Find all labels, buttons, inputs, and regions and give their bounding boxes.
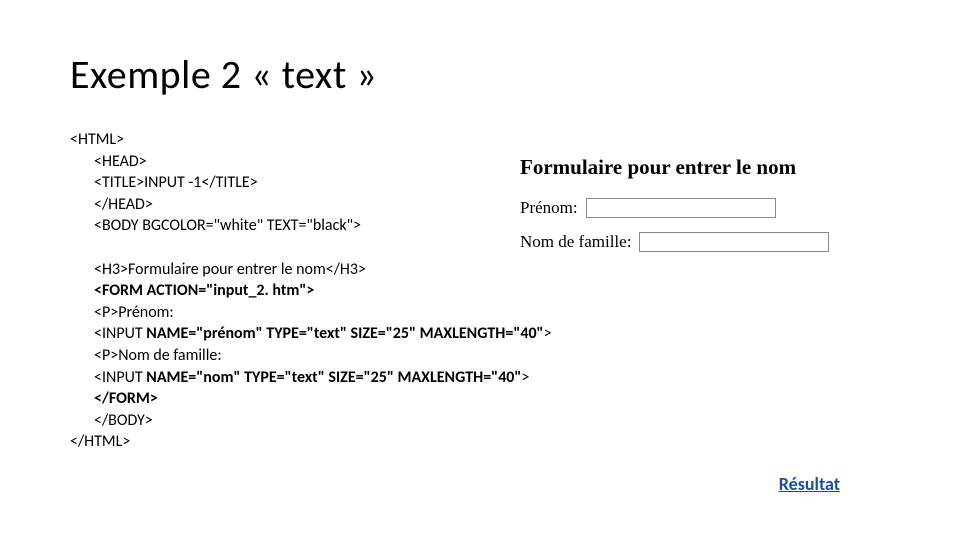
code-line: <HTML> [70,129,552,151]
code-line: <TITLE>INPUT -1</TITLE> [70,172,552,194]
code-line: <INPUT NAME="prénom" TYPE="text" SIZE="2… [70,323,552,345]
code-text: NAME="nom" TYPE="text" SIZE="25" MAXLENG… [146,368,521,387]
code-text: NAME="prénom" TYPE="text" SIZE="25" MAXL… [146,324,543,343]
code-line: <HEAD> [70,151,552,173]
code-listing: <HTML> <HEAD> <TITLE>INPUT -1</TITLE> </… [70,129,552,453]
code-text: <INPUT [94,324,146,343]
code-line: </FORM> [70,388,552,410]
preview-heading: Formulaire pour entrer le nom [520,155,920,180]
code-line [70,237,552,259]
code-text: > [521,368,529,387]
slide-title: Exemple 2 « text » [70,50,890,99]
code-line: <INPUT NAME="nom" TYPE="text" SIZE="25" … [70,367,552,389]
code-text: <INPUT [94,368,146,387]
label-prenom: Prénom: [520,198,578,218]
code-line: </HTML> [70,431,552,453]
result-link[interactable]: Résultat [779,473,840,495]
code-line: <P>Prénom: [70,302,552,324]
code-line: <BODY BGCOLOR="white" TEXT="black"> [70,215,552,237]
rendered-preview: Formulaire pour entrer le nom Prénom: No… [520,155,920,266]
label-nom: Nom de famille: [520,232,631,252]
code-line: </HEAD> [70,194,552,216]
code-line: </BODY> [70,410,552,432]
code-text: > [544,324,552,343]
code-line: <P>Nom de famille: [70,345,552,367]
input-nom[interactable] [639,232,829,252]
code-line: <H3>Formulaire pour entrer le nom</H3> [70,259,552,281]
preview-row-prenom: Prénom: [520,198,920,218]
preview-row-nom: Nom de famille: [520,232,920,252]
code-line: <FORM ACTION="input_2. htm"> [70,280,552,302]
input-prenom[interactable] [586,198,776,218]
